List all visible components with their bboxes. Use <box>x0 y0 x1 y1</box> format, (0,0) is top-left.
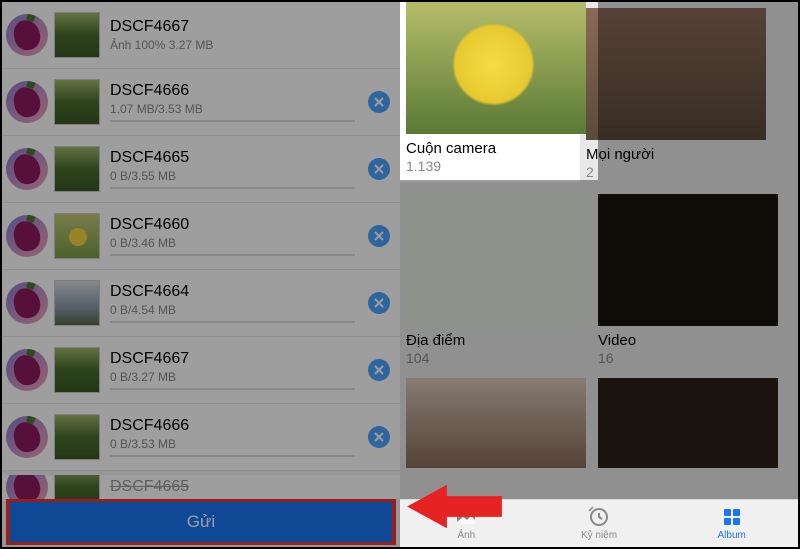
cancel-button[interactable] <box>368 292 390 314</box>
file-row[interactable]: DSCF4665 0 B/3.55 MB <box>2 136 400 203</box>
send-button-label: Gửi <box>187 512 215 532</box>
album-title: Video <box>598 332 778 349</box>
cancel-button[interactable] <box>368 359 390 381</box>
sender-avatar <box>6 81 48 123</box>
album-grid: Cuộn camera 1.139 Mọi người 2 Địa điểm 1… <box>400 2 798 499</box>
close-icon <box>373 431 385 443</box>
file-thumbnail <box>54 12 100 58</box>
file-status: Ảnh 100% 3.27 MB <box>110 38 390 52</box>
cancel-button[interactable] <box>368 158 390 180</box>
progress-bar <box>110 254 355 256</box>
tab-label: Album <box>718 530 746 541</box>
file-name: DSCF4667 <box>110 18 390 36</box>
file-status: 0 B/3.46 MB <box>110 236 368 250</box>
close-icon <box>373 96 385 108</box>
file-name: DSCF4665 <box>110 478 400 496</box>
album-count: 104 <box>406 350 586 366</box>
file-row[interactable]: DSCF4667 Ảnh 100% 3.27 MB <box>2 2 400 69</box>
file-name: DSCF4665 <box>110 149 368 167</box>
file-name: DSCF4664 <box>110 283 368 301</box>
close-icon <box>373 364 385 376</box>
file-status: 0 B/3.55 MB <box>110 169 368 183</box>
sender-avatar <box>6 282 48 324</box>
cancel-button[interactable] <box>368 91 390 113</box>
album-địa-điểm[interactable]: Địa điểm 104 <box>406 194 586 366</box>
partial-file-row: DSCF4665 <box>2 475 400 499</box>
file-status: 1.07 MB/3.53 MB <box>110 102 368 116</box>
album-cuộn-camera[interactable]: Cuộn camera 1.139 <box>400 2 580 182</box>
sender-avatar <box>6 416 48 458</box>
progress-bar <box>110 187 355 189</box>
album-thumbnail <box>598 378 778 468</box>
file-row[interactable]: DSCF4667 0 B/3.27 MB <box>2 337 400 404</box>
file-thumbnail <box>54 79 100 125</box>
album-title: Cuộn camera <box>406 140 574 157</box>
file-thumbnail <box>54 414 100 460</box>
album-thumbnail <box>586 8 766 140</box>
close-icon <box>373 230 385 242</box>
sender-avatar <box>6 148 48 190</box>
tab-album[interactable]: Album <box>665 500 798 547</box>
file-name: DSCF4666 <box>110 82 368 100</box>
file-row[interactable]: DSCF4666 1.07 MB/3.53 MB <box>2 69 400 136</box>
file-row[interactable]: DSCF4666 0 B/3.53 MB <box>2 404 400 471</box>
sender-avatar <box>6 14 48 56</box>
photos-app-panel: Cuộn camera 1.139 Mọi người 2 Địa điểm 1… <box>400 2 798 547</box>
progress-bar <box>110 120 355 122</box>
file-row[interactable]: DSCF4660 0 B/3.46 MB <box>2 203 400 270</box>
file-row[interactable]: DSCF4664 0 B/4.54 MB <box>2 270 400 337</box>
file-thumbnail <box>54 347 100 393</box>
album-count: 16 <box>598 350 778 366</box>
cancel-button[interactable] <box>368 426 390 448</box>
cancel-button[interactable] <box>368 225 390 247</box>
file-thumbnail <box>54 213 100 259</box>
file-name: DSCF4666 <box>110 417 368 435</box>
progress-bar <box>110 321 355 323</box>
album-thumbnail <box>406 194 586 326</box>
memories-icon <box>587 506 611 528</box>
sender-avatar <box>6 215 48 257</box>
tab-label: Kỷ niệm <box>581 530 617 541</box>
send-button[interactable]: Gửi <box>6 499 396 545</box>
album-video[interactable]: Video 16 <box>598 194 778 366</box>
file-thumbnail <box>54 475 100 499</box>
tab-kỷ-niệm[interactable]: Kỷ niệm <box>533 500 666 547</box>
album-icon <box>720 506 744 528</box>
progress-bar <box>110 388 355 390</box>
file-name: DSCF4660 <box>110 216 368 234</box>
file-status: 0 B/4.54 MB <box>110 303 368 317</box>
file-thumbnail <box>54 146 100 192</box>
file-status: 0 B/3.53 MB <box>110 437 368 451</box>
transfer-panel: DSCF4667 Ảnh 100% 3.27 MB DSCF4666 1.07 … <box>2 2 400 547</box>
album-item[interactable] <box>406 378 586 468</box>
album-thumbnail <box>406 2 586 134</box>
file-name: DSCF4667 <box>110 350 368 368</box>
album-mọi-người[interactable]: Mọi người 2 <box>586 8 766 182</box>
progress-bar <box>110 455 355 457</box>
album-thumbnail <box>406 378 586 468</box>
album-title: Địa điểm <box>406 332 586 349</box>
sender-avatar <box>6 349 48 391</box>
album-count: 1.139 <box>406 158 574 174</box>
close-icon <box>373 163 385 175</box>
album-count: 2 <box>586 164 766 180</box>
close-icon <box>373 297 385 309</box>
annotation-arrow <box>407 479 502 539</box>
album-thumbnail <box>598 194 778 326</box>
file-status: 0 B/3.27 MB <box>110 370 368 384</box>
album-title: Mọi người <box>586 146 766 163</box>
file-list: DSCF4667 Ảnh 100% 3.27 MB DSCF4666 1.07 … <box>2 2 400 475</box>
file-thumbnail <box>54 280 100 326</box>
album-item[interactable] <box>598 378 778 468</box>
sender-avatar <box>6 475 48 499</box>
